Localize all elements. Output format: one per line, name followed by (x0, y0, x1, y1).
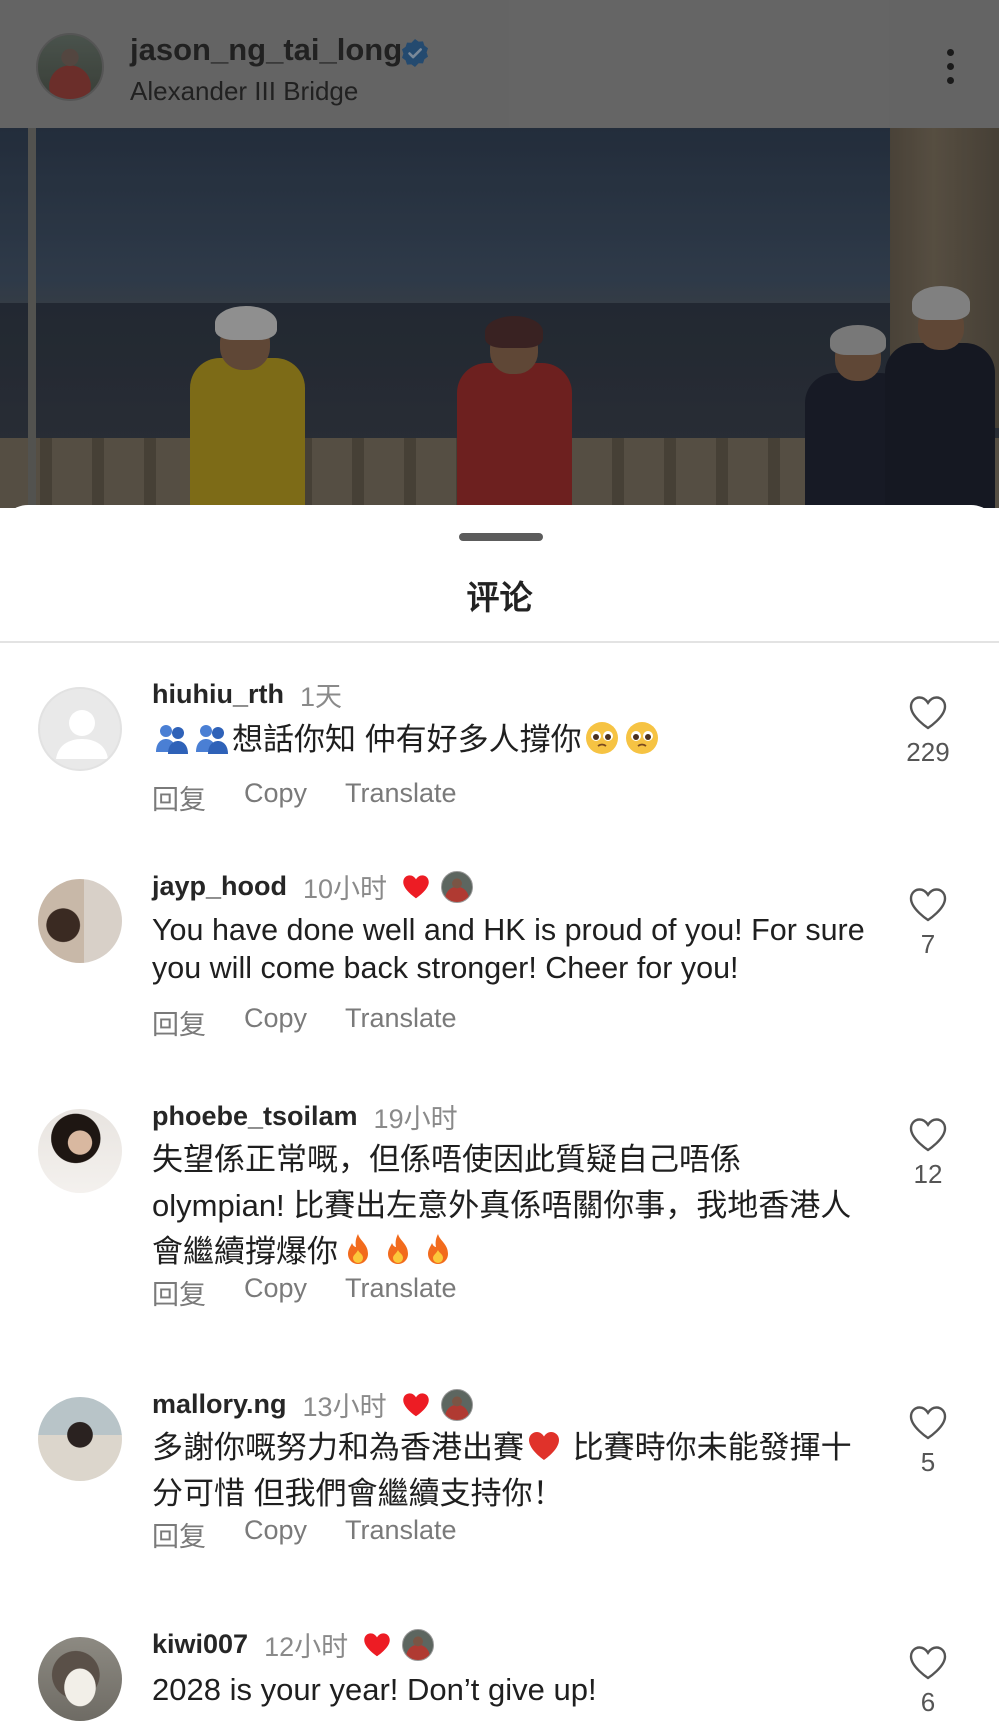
comment-actions: 回复 Copy Translate (152, 778, 495, 817)
default-avatar-icon (56, 710, 108, 759)
reply-button[interactable]: 回复 (152, 778, 206, 817)
like-button[interactable]: 6 (893, 1645, 963, 1718)
comment-time: 1天 (299, 682, 343, 712)
fire-emoji (388, 1234, 408, 1264)
comment-text: 多謝你嘅努力和為香港出賽 比賽時你未能發揮十分可惜 但我們會繼續支持你！ (152, 1430, 852, 1511)
comment-time: 19小时 (373, 1104, 458, 1134)
commenter-avatar[interactable] (38, 1397, 122, 1481)
comment-actions: 回复 Copy Translate (152, 1515, 495, 1554)
comment-text: 想話你知 仲有好多人撐你 (152, 717, 862, 763)
commenter-avatar[interactable] (38, 1637, 122, 1721)
people-hugging-emoji (196, 725, 228, 754)
translate-button[interactable]: Translate (345, 1515, 457, 1554)
comments-sheet: 评论 hiuhiu_rth 1天 想話你知 仲有好多人撐你 回复 Copy Tr… (0, 505, 999, 1722)
like-button[interactable]: 5 (893, 1405, 963, 1478)
sheet-title: 评论 (466, 579, 533, 616)
comment-text: 失望係正常嘅，但係唔使因此質疑自己唔係olympian! 比賽出左意外真係唔關你… (152, 1142, 852, 1269)
reply-button[interactable]: 回复 (152, 1515, 206, 1554)
translate-button[interactable]: Translate (345, 1003, 457, 1042)
heart-outline-icon (909, 888, 947, 922)
fire-emoji (348, 1234, 368, 1264)
copy-button[interactable]: Copy (244, 1003, 307, 1042)
divider (0, 641, 999, 643)
like-count: 5 (920, 1447, 936, 1477)
comment-actions: 回复 Copy Translate (152, 1003, 495, 1042)
like-count: 6 (920, 1687, 936, 1717)
pleading-face-emoji (625, 722, 658, 754)
copy-button[interactable]: Copy (244, 1515, 307, 1554)
comment-username[interactable]: phoebe_tsoilam (152, 1101, 358, 1132)
comment-username[interactable]: jayp_hood (152, 871, 287, 902)
commenter-avatar[interactable] (38, 1109, 122, 1193)
copy-button[interactable]: Copy (244, 1273, 307, 1312)
reply-button[interactable]: 回复 (152, 1273, 206, 1312)
comment-username[interactable]: mallory.ng (152, 1389, 287, 1420)
translate-button[interactable]: Translate (345, 1273, 457, 1312)
comment-username[interactable]: kiwi007 (152, 1629, 248, 1660)
pleading-face-emoji (585, 722, 618, 754)
commenter-avatar[interactable] (38, 687, 122, 771)
comment-time: 12小时 (264, 1632, 349, 1662)
like-button[interactable]: 7 (893, 887, 963, 960)
comment-actions: 回复 Copy Translate (152, 1273, 495, 1312)
copy-button[interactable]: Copy (244, 778, 307, 817)
comment-time: 13小时 (302, 1392, 387, 1422)
comment-text: You have done well and HK is proud of yo… (152, 913, 865, 985)
like-button[interactable]: 12 (893, 1117, 963, 1190)
translate-button[interactable]: Translate (345, 778, 457, 817)
author-liked-heart-icon (403, 874, 429, 898)
comment-time: 10小时 (303, 874, 388, 904)
comment-username[interactable]: hiuhiu_rth (152, 679, 284, 710)
drag-handle[interactable] (459, 533, 543, 541)
reply-button[interactable]: 回复 (152, 1003, 206, 1042)
fire-emoji (428, 1234, 448, 1264)
heart-outline-icon (909, 1406, 947, 1440)
like-count: 229 (906, 737, 950, 767)
like-count: 12 (913, 1159, 943, 1189)
author-mini-avatar (441, 870, 474, 903)
commenter-avatar[interactable] (38, 879, 122, 963)
people-hugging-emoji (156, 725, 188, 754)
heart-outline-icon (909, 696, 947, 730)
like-count: 7 (920, 929, 936, 959)
heart-outline-icon (909, 1118, 947, 1152)
author-mini-avatar (402, 1628, 435, 1661)
author-liked-heart-icon (402, 1392, 429, 1416)
like-button[interactable]: 229 (893, 695, 963, 768)
comment-text: 2028 is your year! Don’t give up! (152, 1672, 597, 1707)
heart-outline-icon (909, 1646, 947, 1680)
author-liked-heart-icon (364, 1632, 390, 1656)
red-heart-emoji (529, 1432, 559, 1460)
author-mini-avatar (440, 1388, 473, 1421)
